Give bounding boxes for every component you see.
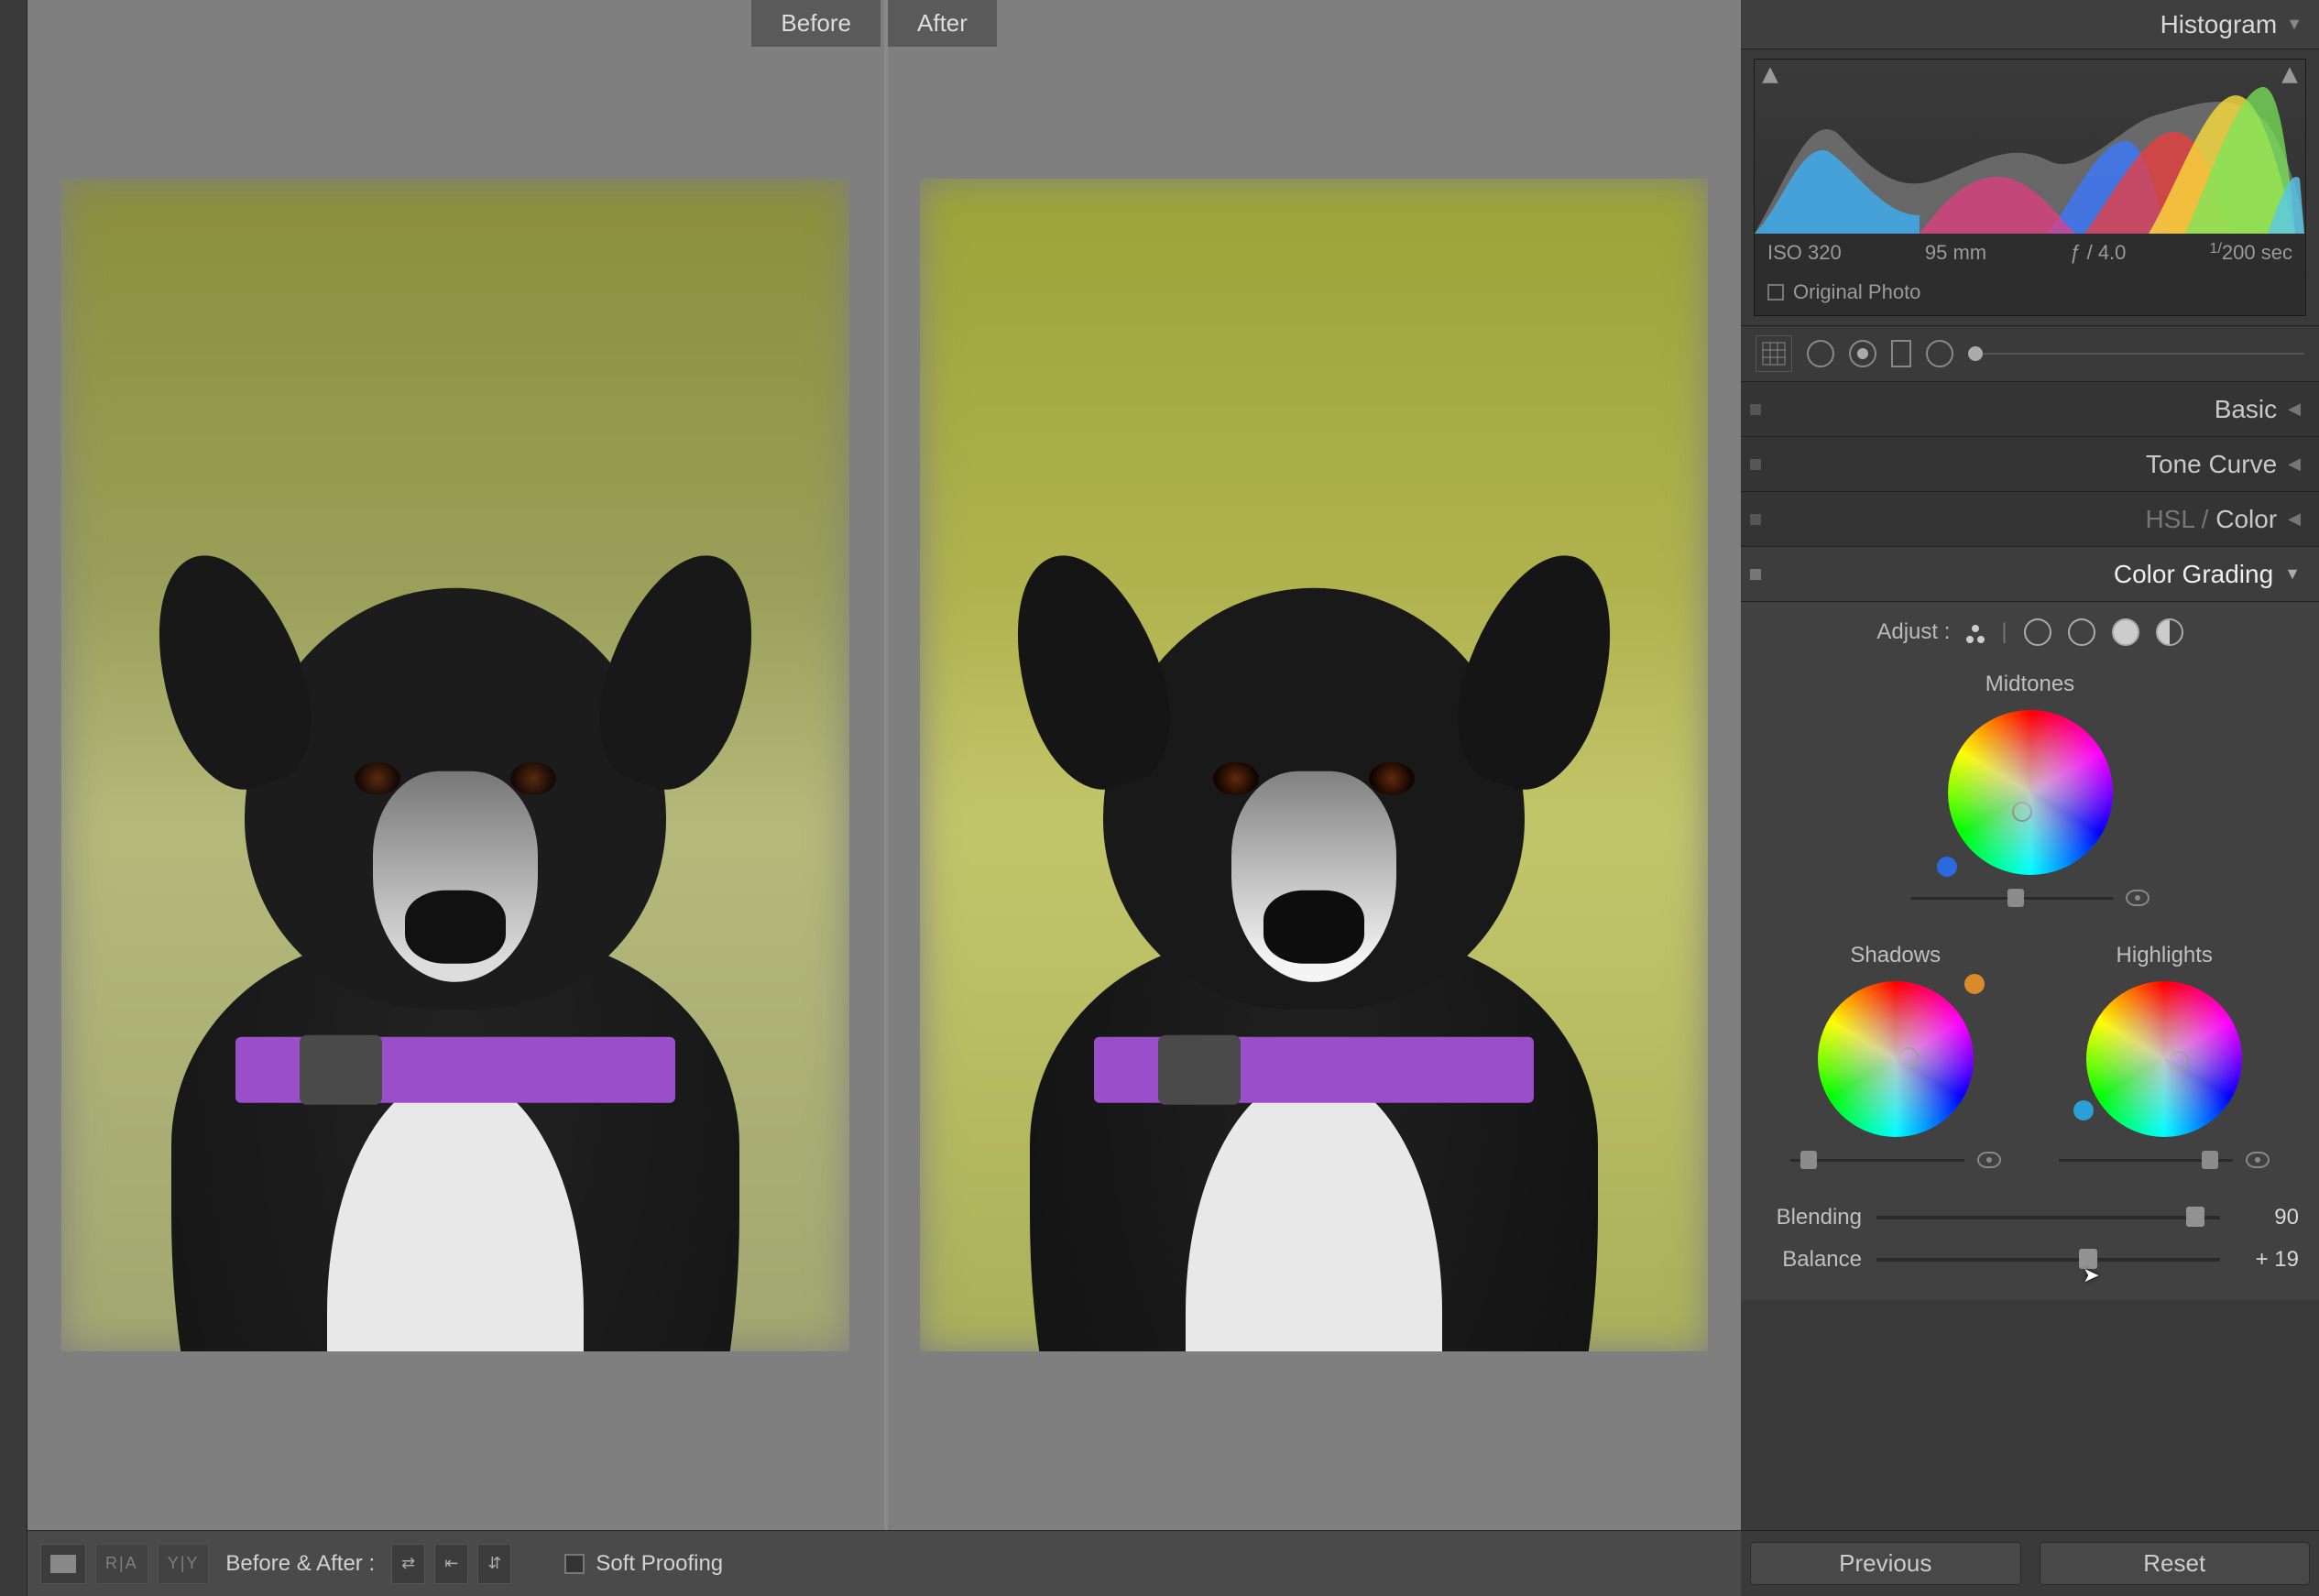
histogram-title: Histogram [2160,10,2278,39]
highlights-wheel-icon[interactable] [2112,618,2139,646]
after-photo [920,179,1708,1351]
original-photo-label: Original Photo [1793,280,1920,304]
chevron-left-icon: ◀ [2288,509,2301,529]
three-way-icon[interactable] [1966,625,1985,643]
before-photo [61,179,849,1351]
shadows-label: Shadows [1850,943,1941,968]
blending-value[interactable]: 90 [2235,1205,2299,1230]
eye-icon[interactable] [2126,890,2149,906]
soft-proofing-label: Soft Proofing [596,1551,723,1577]
soft-proofing-checkbox[interactable] [564,1554,585,1574]
balance-slider-row: Balance ➤ + 19 [1761,1247,2299,1273]
eye-icon[interactable] [1977,1152,2001,1168]
original-photo-checkbox[interactable] [1767,284,1784,301]
adjust-label: Adjust : [1876,619,1950,645]
adjust-mode-row: Adjust : | [1761,618,2299,646]
chevron-down-icon: ▼ [2284,564,2301,584]
right-panel: Histogram ▼ ISO 320 95 [1741,0,2319,1596]
mask-circle-icon-2[interactable] [1926,340,1953,367]
midtones-label: Midtones [1985,672,2074,697]
original-photo-toggle[interactable]: Original Photo [1755,272,2305,315]
grid-overlay-icon[interactable] [1756,335,1792,372]
cursor-icon: ➤ [2083,1263,2099,1287]
before-after-mode-label: Before & After : [225,1551,375,1577]
overlay-opacity-slider[interactable] [1968,353,2304,355]
color-grading-panel-header[interactable]: Color Grading ▼ [1741,547,2319,602]
shadows-luminance-slider[interactable] [1790,1152,2001,1168]
compare-yy-button[interactable]: Y|Y [158,1544,210,1584]
highlights-color-wheel[interactable] [2086,981,2242,1137]
midtones-color-wheel[interactable] [1948,710,2113,875]
shadows-block: Shadows [1790,934,2001,1168]
meta-iso: ISO 320 [1767,241,1842,265]
histogram-graph[interactable] [1755,60,2305,234]
copy-left-button[interactable]: ⇤ [434,1544,468,1584]
color-grading-panel: Adjust : | Midtones [1741,602,2319,1300]
left-rail [0,0,27,1596]
compare-raa-button[interactable]: R|A [95,1544,148,1584]
histogram-panel: ISO 320 95 mm ƒ / 4.0 1/200 sec Original… [1754,59,2306,316]
reset-button[interactable]: Reset [2040,1542,2311,1585]
photo-metadata: ISO 320 95 mm ƒ / 4.0 1/200 sec [1755,234,2305,272]
midtones-wheel-icon[interactable] [2068,618,2095,646]
shadows-wheel-icon[interactable] [2024,618,2051,646]
viewer-area: Before After [27,0,1741,1596]
hsl-color-panel-header[interactable]: HSL / Color ◀ [1741,492,2319,547]
mask-rect-icon[interactable] [1891,340,1911,367]
balance-value[interactable]: + 19 [2235,1247,2299,1273]
meta-aperture: ƒ / 4.0 [2070,241,2126,265]
midtones-luminance-slider[interactable] [1911,890,2149,906]
highlights-label: Highlights [2117,943,2213,968]
copy-updown-button[interactable]: ⇵ [477,1544,511,1584]
panel-footer-buttons: Previous Reset [1741,1530,2319,1596]
histogram-header[interactable]: Histogram ▼ [1741,0,2319,49]
blending-slider[interactable] [1876,1216,2220,1219]
before-after-split: Before After [27,0,1741,1530]
highlights-luminance-slider[interactable] [2059,1152,2270,1168]
shadows-color-wheel[interactable] [1818,981,1974,1137]
after-label: After [888,0,997,47]
viewer-toolbar: R|A Y|Y Before & After : ⇄ ⇤ ⇵ Soft Proo… [27,1530,1741,1596]
meta-shutter: 1/200 sec [2210,241,2292,265]
chevron-left-icon: ◀ [2288,399,2301,419]
global-wheel-icon[interactable] [2156,618,2183,646]
tone-curve-panel-header[interactable]: Tone Curve ◀ [1741,437,2319,492]
swap-before-after-button[interactable]: ⇄ [391,1544,425,1584]
eye-icon[interactable] [2246,1152,2270,1168]
previous-button[interactable]: Previous [1750,1542,2021,1585]
meta-focal: 95 mm [1925,241,1986,265]
mask-circle-filled-icon[interactable] [1849,340,1876,367]
loupe-view-button[interactable] [40,1544,86,1584]
highlights-block: Highlights [2059,934,2270,1168]
midtones-block: Midtones [1761,662,2299,906]
basic-panel-header[interactable]: Basic ◀ [1741,382,2319,437]
crop-overlay-tools [1741,325,2319,382]
before-pane[interactable]: Before [29,0,881,1530]
balance-label: Balance [1761,1247,1862,1273]
after-pane[interactable]: After [884,0,1739,1530]
before-label: Before [751,0,881,47]
mask-circle-icon[interactable] [1807,340,1834,367]
chevron-down-icon: ▼ [2286,15,2303,34]
blending-label: Blending [1761,1205,1862,1230]
soft-proofing-toggle[interactable]: Soft Proofing [564,1551,723,1577]
chevron-left-icon: ◀ [2288,454,2301,474]
blending-slider-row: Blending 90 [1761,1205,2299,1230]
balance-slider[interactable]: ➤ [1876,1258,2220,1262]
